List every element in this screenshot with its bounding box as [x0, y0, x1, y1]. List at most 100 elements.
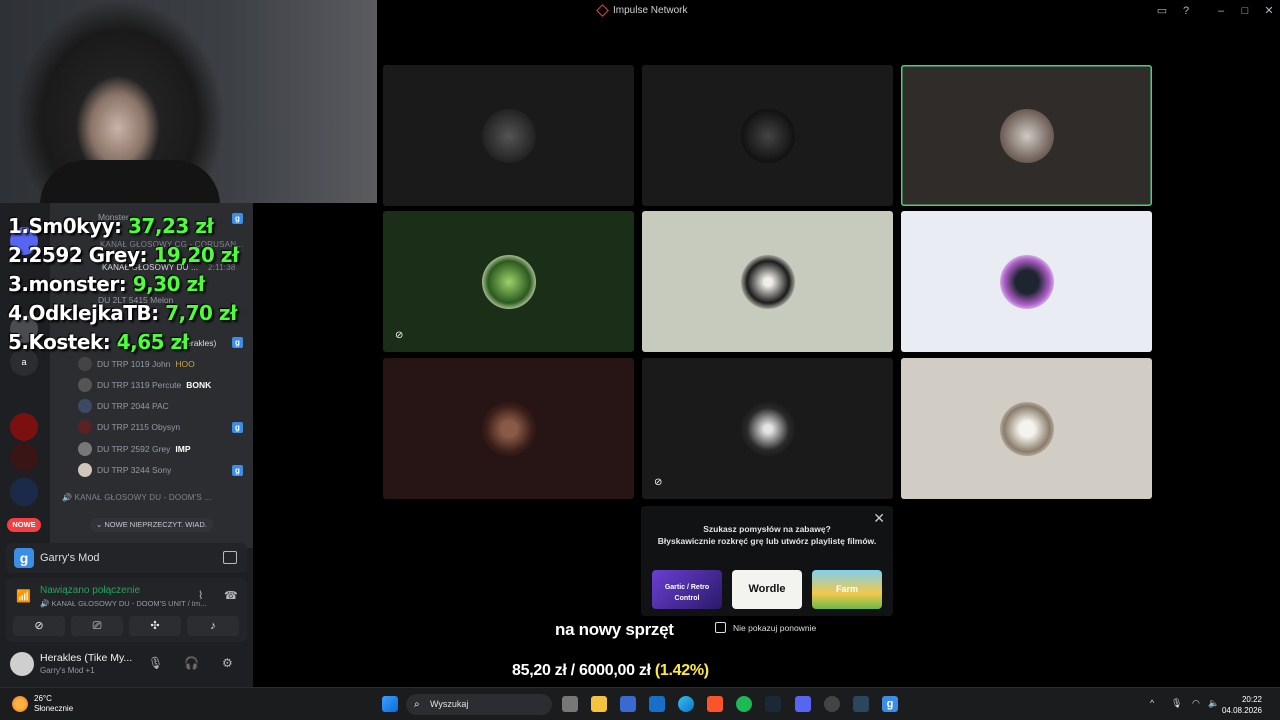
- new-messages-badge[interactable]: NOWE: [7, 518, 41, 532]
- steam-icon[interactable]: [853, 696, 869, 712]
- leaderboard-row: 4.OdklejkaTB: 7,70 zł: [8, 301, 237, 325]
- avatar: [78, 399, 92, 413]
- avatar: [741, 255, 795, 309]
- steam-icon[interactable]: [765, 696, 781, 712]
- microphone-icon[interactable]: 🎙: [148, 656, 163, 670]
- garrys-mod-icon: g: [232, 465, 243, 476]
- avatar: [1000, 109, 1054, 163]
- voice-user-row[interactable]: DU TRP 2115 Obysyn: [78, 418, 180, 436]
- avatar[interactable]: [10, 652, 34, 676]
- video-tile[interactable]: [901, 211, 1152, 352]
- donation-leaderboard: 1.Sm0kyy: 37,23 zł 2.2592 Grey: 19,20 zł…: [8, 212, 239, 357]
- avatar: [1000, 255, 1054, 309]
- voice-user-row[interactable]: DU TRP 1319 Percute BONK: [78, 376, 211, 394]
- search-icon: ⌕: [414, 699, 420, 710]
- taskbar-clock[interactable]: 20:22 04.08.2026: [1222, 694, 1262, 716]
- app-icon[interactable]: [824, 696, 840, 712]
- share-screen-button[interactable]: ⎚: [71, 616, 123, 636]
- outlook-icon[interactable]: [649, 696, 665, 712]
- volume-icon[interactable]: 🔈: [1208, 698, 1219, 709]
- store-icon[interactable]: [620, 696, 636, 712]
- discord-icon[interactable]: [795, 696, 811, 712]
- video-tile[interactable]: [383, 358, 634, 499]
- leaderboard-row: 3.monster: 9,30 zł: [8, 272, 205, 296]
- avatar: [482, 109, 536, 163]
- video-tile-speaking[interactable]: [901, 65, 1152, 206]
- voice-user-row[interactable]: DU TRP 2592 Grey IMP: [78, 440, 191, 458]
- voice-channel-row[interactable]: 🔊 KANAŁ GŁOSOWY DU - DOOM'S ...: [62, 493, 212, 502]
- video-tile[interactable]: [901, 358, 1152, 499]
- brave-icon[interactable]: [707, 696, 723, 712]
- webcam-overlay: [0, 0, 377, 205]
- stream-screen-icon[interactable]: [223, 551, 237, 564]
- game-card[interactable]: Farm: [812, 570, 882, 609]
- voice-user-row[interactable]: DU TRP 2044 PAC: [78, 397, 169, 415]
- video-tile[interactable]: [383, 65, 634, 206]
- server-icon[interactable]: [10, 478, 38, 506]
- windows-start-icon[interactable]: [382, 696, 398, 712]
- avatar: [482, 402, 536, 456]
- garrys-mod-icon[interactable]: g: [882, 696, 898, 712]
- settings-gear-icon[interactable]: ⚙: [222, 656, 233, 670]
- video-tile[interactable]: ⊘: [642, 358, 893, 499]
- avatar: [482, 255, 536, 309]
- taskbar-search[interactable]: ⌕ Wyszukaj: [406, 694, 552, 715]
- headphones-icon[interactable]: 🎧: [184, 656, 199, 670]
- server-icon[interactable]: [10, 413, 38, 441]
- soundboard-button[interactable]: ♪: [187, 616, 239, 636]
- user-name[interactable]: Herakles (Tike My...: [40, 652, 132, 664]
- avatar: [78, 463, 92, 477]
- voice-status[interactable]: Nawiązano połączenie: [40, 585, 140, 596]
- maximize-button[interactable]: □: [1238, 4, 1252, 18]
- avatar: [78, 378, 92, 392]
- video-tile[interactable]: ⊘: [383, 211, 634, 352]
- spotify-icon[interactable]: [736, 696, 752, 712]
- game-card[interactable]: Wordle: [732, 570, 802, 609]
- voice-user-row[interactable]: DU TRP 1019 John HOO: [78, 355, 195, 373]
- unread-messages-pill[interactable]: ⌄ NOWE NIEPRZECZYT. WIAD.: [90, 518, 213, 532]
- user-tag: HOO: [175, 359, 195, 369]
- search-placeholder: Wyszukaj: [430, 699, 469, 709]
- activities-button[interactable]: ✣: [129, 616, 181, 636]
- voice-user-name: DU TRP 2592 Grey: [97, 444, 171, 454]
- voice-user-name: DU TRP 2115 Obysyn: [97, 422, 181, 432]
- microphone-icon[interactable]: 🎙: [1171, 698, 1182, 709]
- weather-widget[interactable]: 26°C Słonecznie: [12, 694, 73, 714]
- popup-subtitle: Błyskawicznie rozkręć grę lub utwórz pla…: [657, 536, 877, 546]
- activity-card[interactable]: g Garry's Mod: [6, 543, 247, 573]
- popup-text: Szukasz pomysłów na zabawę? Błyskawiczni…: [657, 523, 877, 547]
- clock-date: 04.08.2026: [1221, 706, 1262, 715]
- video-tile[interactable]: [642, 211, 893, 352]
- inbox-icon[interactable]: ▭: [1155, 4, 1169, 18]
- disconnect-icon[interactable]: ☎: [224, 589, 238, 602]
- server-icon[interactable]: [10, 443, 38, 471]
- signal-icon[interactable]: 📶: [16, 589, 31, 603]
- leaderboard-row: 5.Kostek: 4,65 zł: [8, 330, 189, 354]
- folder-icon[interactable]: [591, 696, 607, 712]
- camera-off-button[interactable]: ⊘: [13, 616, 65, 636]
- user-panel: Herakles (Tike My... Garry's Mod +1 🎙 🎧 …: [6, 648, 247, 680]
- garrys-mod-icon: g: [232, 422, 243, 433]
- webcam-person: [40, 160, 220, 205]
- game-card[interactable]: Gartic / Retro Control: [652, 570, 722, 609]
- avatar: [741, 109, 795, 163]
- deafened-icon: ⊘: [654, 477, 663, 488]
- minimize-button[interactable]: –: [1214, 4, 1228, 18]
- noise-suppression-icon[interactable]: ⌇: [198, 589, 203, 602]
- help-icon[interactable]: ?: [1179, 4, 1193, 18]
- tray-chevron-icon[interactable]: ^: [1150, 698, 1154, 708]
- activity-game-name: Garry's Mod: [40, 552, 100, 564]
- voice-channel-path[interactable]: 🔊 KANAŁ GŁOSOWY DU - DOOM'S UNIT / Im...: [40, 599, 206, 608]
- deafened-icon: ⊘: [395, 330, 404, 341]
- edge-icon[interactable]: [678, 696, 694, 712]
- voice-connection-panel: 📶 Nawiązano połączenie 🔊 KANAŁ GŁOSOWY D…: [6, 578, 247, 642]
- dont-show-again[interactable]: Nie pokazuj ponownie: [715, 622, 816, 633]
- wifi-icon[interactable]: ◠: [1192, 698, 1200, 709]
- voice-user-row[interactable]: DU TRP 3244 Sony: [78, 461, 171, 479]
- leaderboard-row: 1.Sm0kyy: 37,23 zł: [8, 214, 214, 238]
- video-tile[interactable]: [642, 65, 893, 206]
- close-window-button[interactable]: ✕: [1262, 4, 1276, 18]
- task-view-icon[interactable]: [562, 696, 578, 712]
- goal-amount: 85,20 zł / 6000,00 zł: [512, 662, 651, 679]
- dont-show-checkbox[interactable]: [715, 622, 726, 633]
